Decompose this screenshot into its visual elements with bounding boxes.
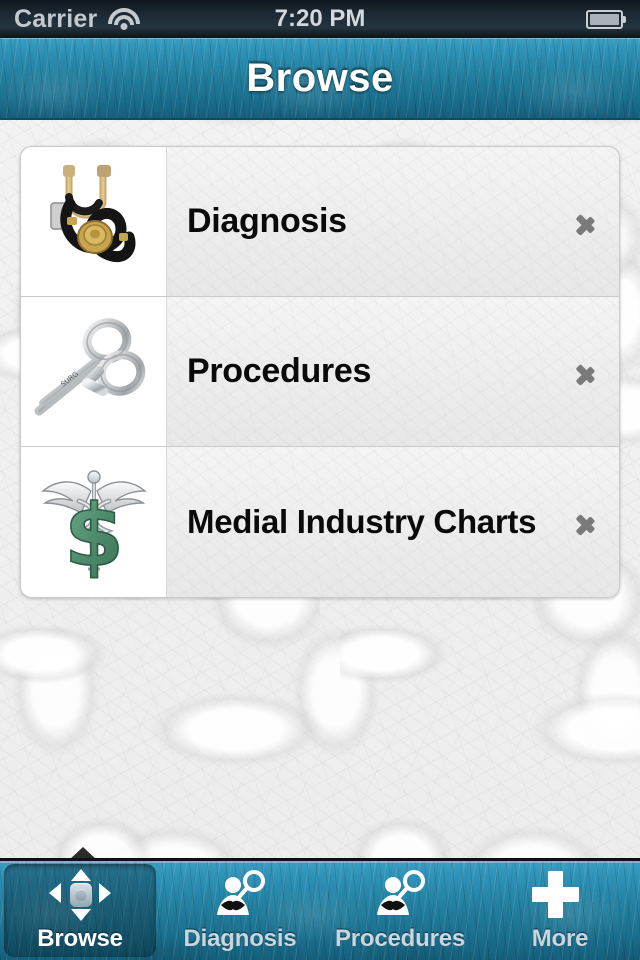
battery-icon	[586, 9, 626, 29]
browse-table-view: Diagnosis SURG Procedures $ Medial Indus…	[20, 146, 620, 598]
list-item[interactable]: $ Medial Industry Charts	[21, 447, 619, 597]
row-thumbnail: SURG	[21, 297, 167, 446]
tab-more-label: More	[531, 924, 589, 952]
list-item-label: Diagnosis	[187, 202, 347, 240]
tab-diagnosis[interactable]: Diagnosis	[160, 861, 320, 960]
plus-icon	[529, 869, 591, 921]
tab-browse-label: Browse	[37, 924, 123, 952]
tab-procedures[interactable]: Procedures	[320, 861, 480, 960]
chevron-right-icon	[577, 205, 597, 239]
caduceus-dollar-icon: $	[40, 470, 147, 587]
tab-bar: Browse Diagnosis Procedures More	[0, 858, 640, 960]
tab-browse[interactable]: Browse	[0, 861, 160, 960]
chevron-right-icon	[577, 505, 597, 539]
page-title: Browse	[246, 55, 394, 100]
tab-more[interactable]: More	[480, 861, 640, 960]
dpad-icon	[49, 868, 111, 921]
list-item-label: Procedures	[187, 352, 372, 390]
surgical-scissors-icon: SURG	[34, 317, 145, 415]
status-bar-clock: 7:20 PM	[274, 5, 366, 32]
svg-text:$: $	[64, 486, 124, 586]
person-search-icon	[209, 869, 271, 921]
status-bar: Carrier 7:20 PM	[0, 0, 640, 38]
list-item-label: Medial Industry Charts	[187, 503, 537, 540]
stethoscope-icon	[49, 164, 135, 262]
row-thumbnail: $	[21, 447, 167, 597]
person-search-icon	[369, 869, 431, 921]
row-thumbnail	[21, 147, 167, 296]
app-screen: Carrier 7:20 PM Browse Diagnosis SURG Pr…	[0, 0, 640, 960]
chevron-right-icon	[577, 355, 597, 389]
tab-procedures-label: Procedures	[334, 924, 466, 952]
content-area: Diagnosis SURG Procedures $ Medial Indus…	[0, 120, 640, 858]
navigation-bar: Browse	[0, 38, 640, 120]
list-item[interactable]: Diagnosis	[21, 147, 619, 297]
list-item[interactable]: SURG Procedures	[21, 297, 619, 447]
tab-diagnosis-label: Diagnosis	[183, 924, 297, 952]
